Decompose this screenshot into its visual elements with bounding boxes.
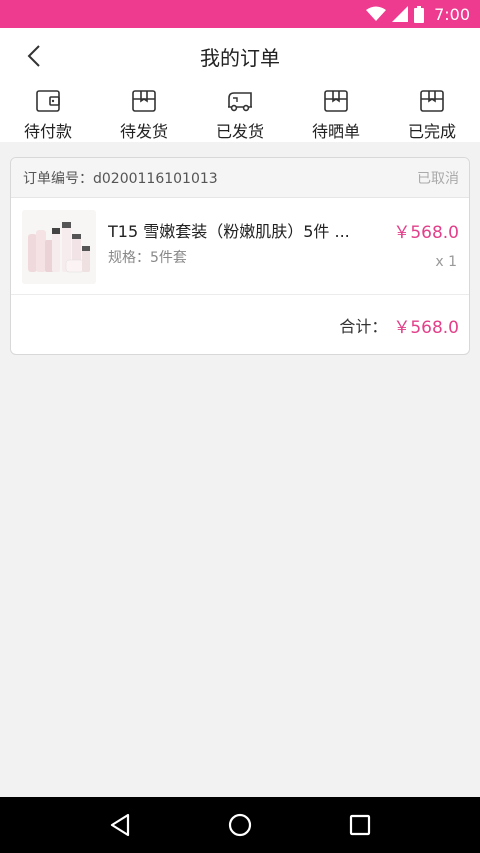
order-total: 合计： ￥568.0 xyxy=(11,295,469,354)
tab-label: 待发货 xyxy=(119,122,168,141)
back-button[interactable] xyxy=(18,40,50,72)
tab-shipped[interactable]: 已发货 xyxy=(192,84,288,142)
order-status: 已取消 xyxy=(417,170,459,187)
total-label: 合计： xyxy=(339,317,388,336)
package-icon xyxy=(419,88,445,114)
product-spec: 规格：5件套 xyxy=(108,250,187,266)
order-number: 订单编号：d0200116101013 xyxy=(23,170,218,187)
total-value: ￥568.0 xyxy=(393,317,459,338)
order-card[interactable]: 订单编号：d0200116101013 已取消 T15 雪嫩套装（粉嫩肌肤）5件… xyxy=(10,157,470,355)
order-item[interactable]: T15 雪嫩套装（粉嫩肌肤）5件 ... 规格：5件套 ￥568.0 x 1 xyxy=(11,198,469,295)
tab-pending-payment[interactable]: 待付款 xyxy=(0,84,96,142)
product-name: T15 雪嫩套装（粉嫩肌肤）5件 ... xyxy=(108,222,350,241)
battery-icon xyxy=(414,5,425,23)
product-quantity: x 1 xyxy=(435,254,457,270)
order-status-tabs: 待付款 待发货 已发货 待晒单 已完成 xyxy=(0,84,480,142)
truck-icon xyxy=(227,88,253,114)
product-thumbnail xyxy=(22,210,96,284)
page-title: 我的订单 xyxy=(200,45,280,70)
tab-label: 待付款 xyxy=(23,122,72,141)
tab-pending-review[interactable]: 待晒单 xyxy=(288,84,384,142)
nav-home-button[interactable] xyxy=(220,805,260,845)
home-circle-icon xyxy=(228,813,252,837)
tab-label: 已完成 xyxy=(407,122,456,141)
back-triangle-icon xyxy=(110,813,130,837)
wallet-icon xyxy=(35,88,61,114)
package-icon xyxy=(323,88,349,114)
status-bar: 7:00 xyxy=(0,0,480,28)
wifi-icon xyxy=(366,6,387,21)
chevron-left-icon xyxy=(27,45,40,67)
recents-square-icon xyxy=(349,814,371,836)
product-price: ￥568.0 xyxy=(393,223,459,243)
signal-icon xyxy=(392,6,409,22)
status-icons: 7:00 xyxy=(366,5,470,24)
order-header: 订单编号：d0200116101013 已取消 xyxy=(11,158,469,198)
tab-pending-shipment[interactable]: 待发货 xyxy=(96,84,192,142)
nav-recents-button[interactable] xyxy=(340,805,380,845)
clock: 7:00 xyxy=(434,4,470,24)
nav-back-button[interactable] xyxy=(100,805,140,845)
tab-label: 已发货 xyxy=(215,122,264,141)
system-nav-bar xyxy=(0,797,480,853)
app-header: 我的订单 xyxy=(0,28,480,84)
package-icon xyxy=(131,88,157,114)
tab-label: 待晒单 xyxy=(311,122,360,141)
tab-completed[interactable]: 已完成 xyxy=(384,84,480,142)
